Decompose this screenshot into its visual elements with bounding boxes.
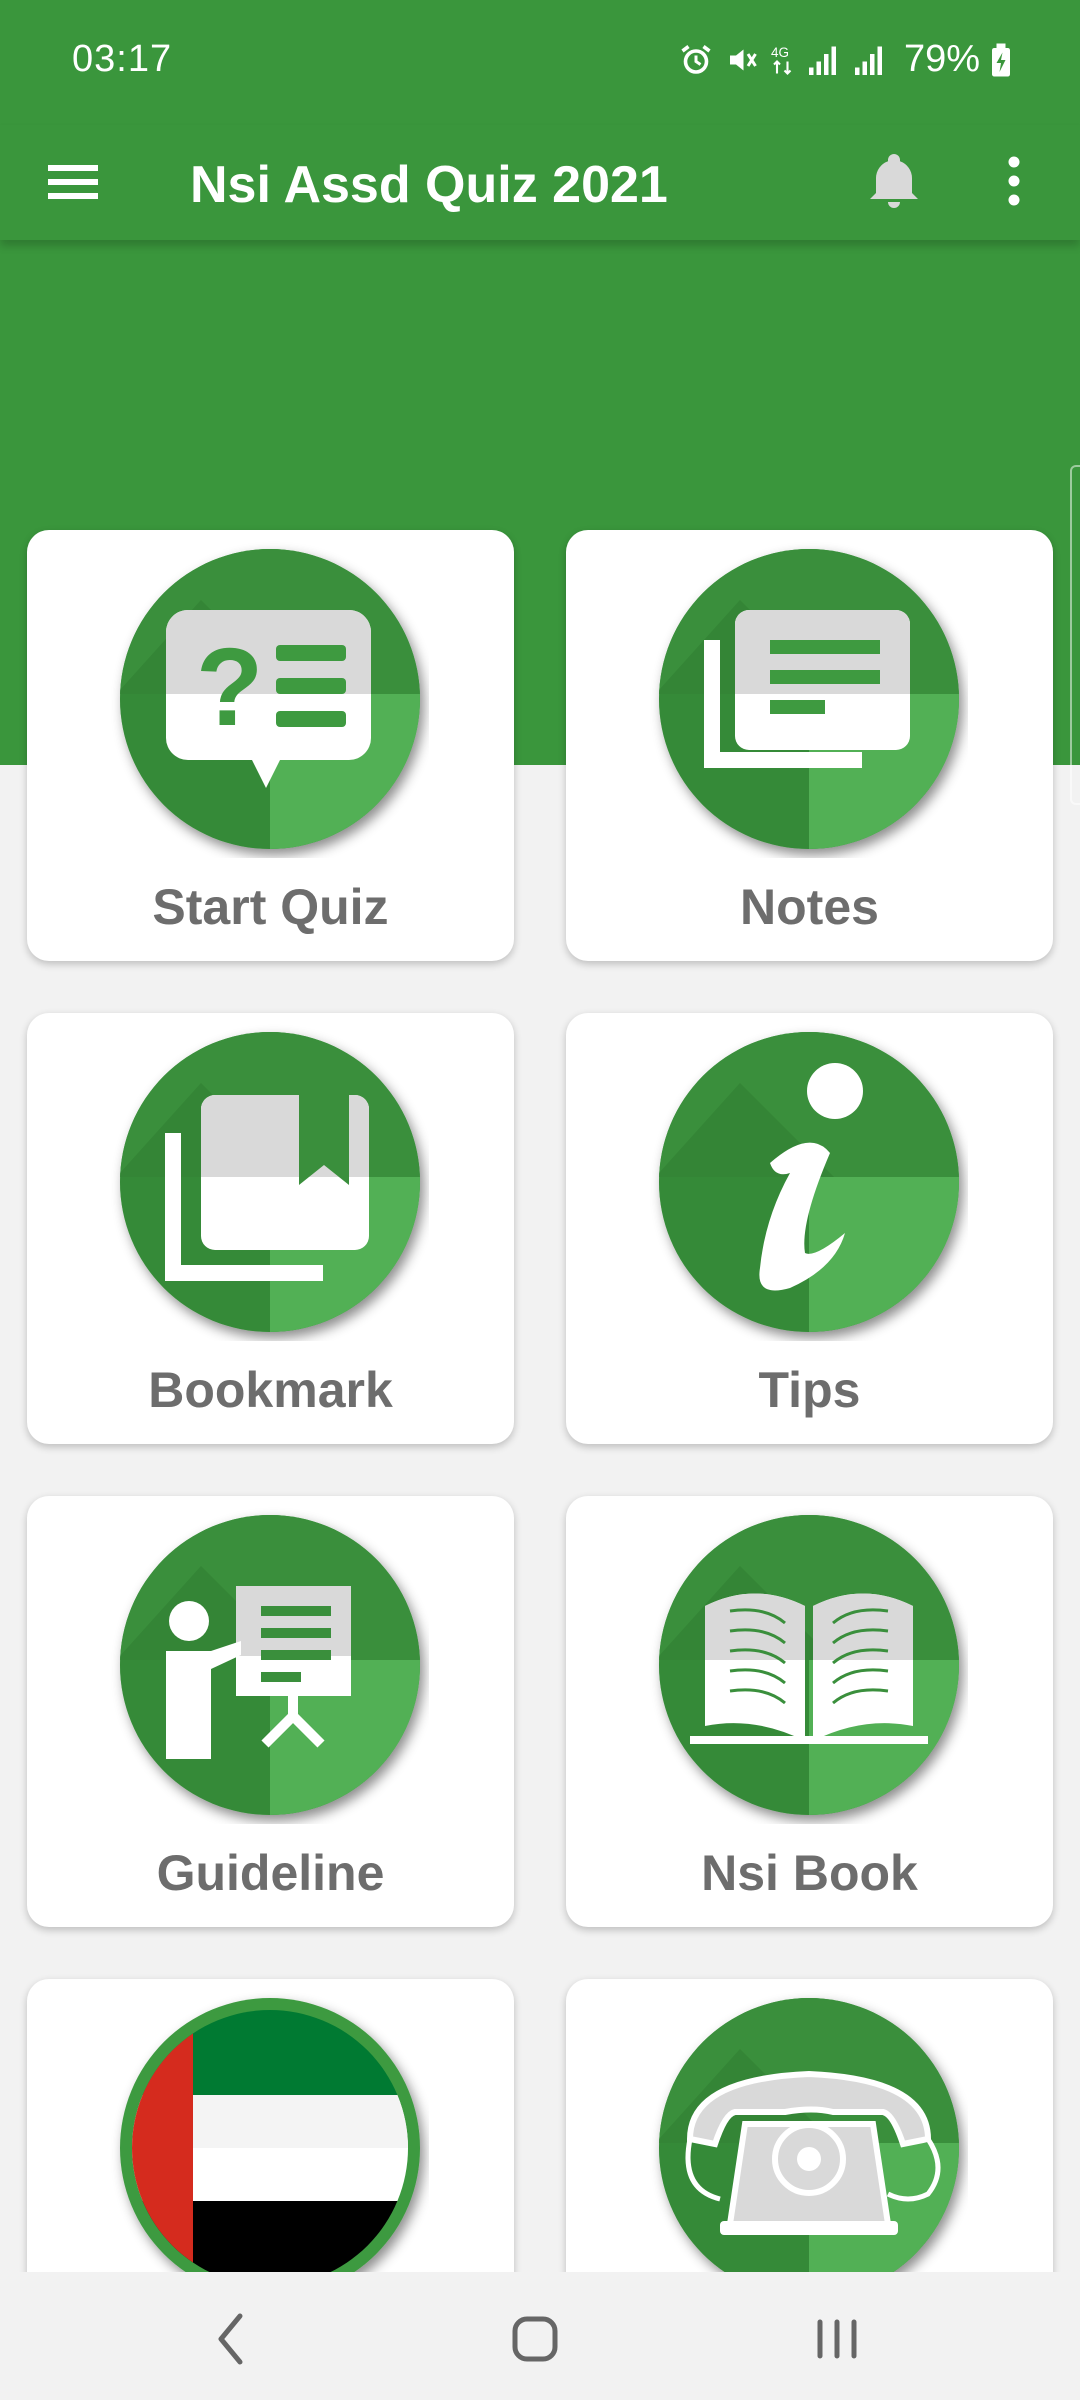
notes-icon xyxy=(659,549,959,849)
app-bar: Nsi Assd Quiz 2021 xyxy=(0,125,1080,240)
tile-label: Bookmark xyxy=(148,1362,393,1418)
menu-button[interactable] xyxy=(40,147,110,217)
uae-flag-icon xyxy=(120,1998,420,2298)
back-icon xyxy=(218,2313,243,2365)
notifications-button[interactable] xyxy=(858,145,930,217)
telephone-icon xyxy=(659,1998,959,2298)
app-title: Nsi Assd Quiz 2021 xyxy=(190,156,668,214)
signal-icon xyxy=(854,46,882,75)
system-nav-bar xyxy=(0,2272,1080,2400)
tile-guideline[interactable]: Guideline xyxy=(27,1496,514,1927)
tile-notes[interactable]: Notes xyxy=(566,530,1053,961)
recents-button[interactable] xyxy=(792,2294,882,2384)
bell-icon xyxy=(870,154,918,208)
info-icon xyxy=(659,1032,959,1332)
tile-label: Tips xyxy=(758,1362,861,1418)
tile-label: Notes xyxy=(740,879,879,935)
menu-icon xyxy=(48,165,98,199)
more-options-button[interactable] xyxy=(978,145,1050,217)
scrollbar-thumb[interactable] xyxy=(1070,465,1080,805)
presentation-icon xyxy=(120,1515,420,1815)
more-vert-icon xyxy=(1008,156,1020,206)
back-button[interactable] xyxy=(188,2294,278,2384)
tile-label: Guideline xyxy=(156,1845,385,1901)
signal-icon xyxy=(808,46,836,75)
tile-tips[interactable]: Tips xyxy=(566,1013,1053,1444)
home-icon xyxy=(512,2316,558,2362)
bookmark-icon xyxy=(120,1032,420,1332)
svg-text:4G: 4G xyxy=(771,45,789,60)
recents-icon xyxy=(817,2319,857,2359)
status-time: 03:17 xyxy=(72,38,173,80)
tile-start-quiz[interactable]: ? Start Quiz xyxy=(27,530,514,961)
tile-label: Start Quiz xyxy=(152,879,389,935)
home-button[interactable] xyxy=(490,2294,580,2384)
status-bar: 03:17 4G 79% xyxy=(0,0,1080,125)
4g-icon: 4G xyxy=(771,45,792,75)
mute-icon xyxy=(729,49,757,70)
alarm-icon xyxy=(681,44,711,74)
tile-bookmark[interactable]: Bookmark xyxy=(27,1013,514,1444)
open-book-icon xyxy=(659,1515,959,1815)
battery-level: 79% xyxy=(903,38,980,80)
tile-nsi-book[interactable]: Nsi Book xyxy=(566,1496,1053,1927)
quiz-icon: ? xyxy=(120,549,420,849)
svg-text:?: ? xyxy=(196,626,263,749)
battery-charging-icon xyxy=(992,43,1010,76)
status-icons: 4G 79% xyxy=(678,38,1012,81)
tile-label: Nsi Book xyxy=(701,1845,918,1901)
